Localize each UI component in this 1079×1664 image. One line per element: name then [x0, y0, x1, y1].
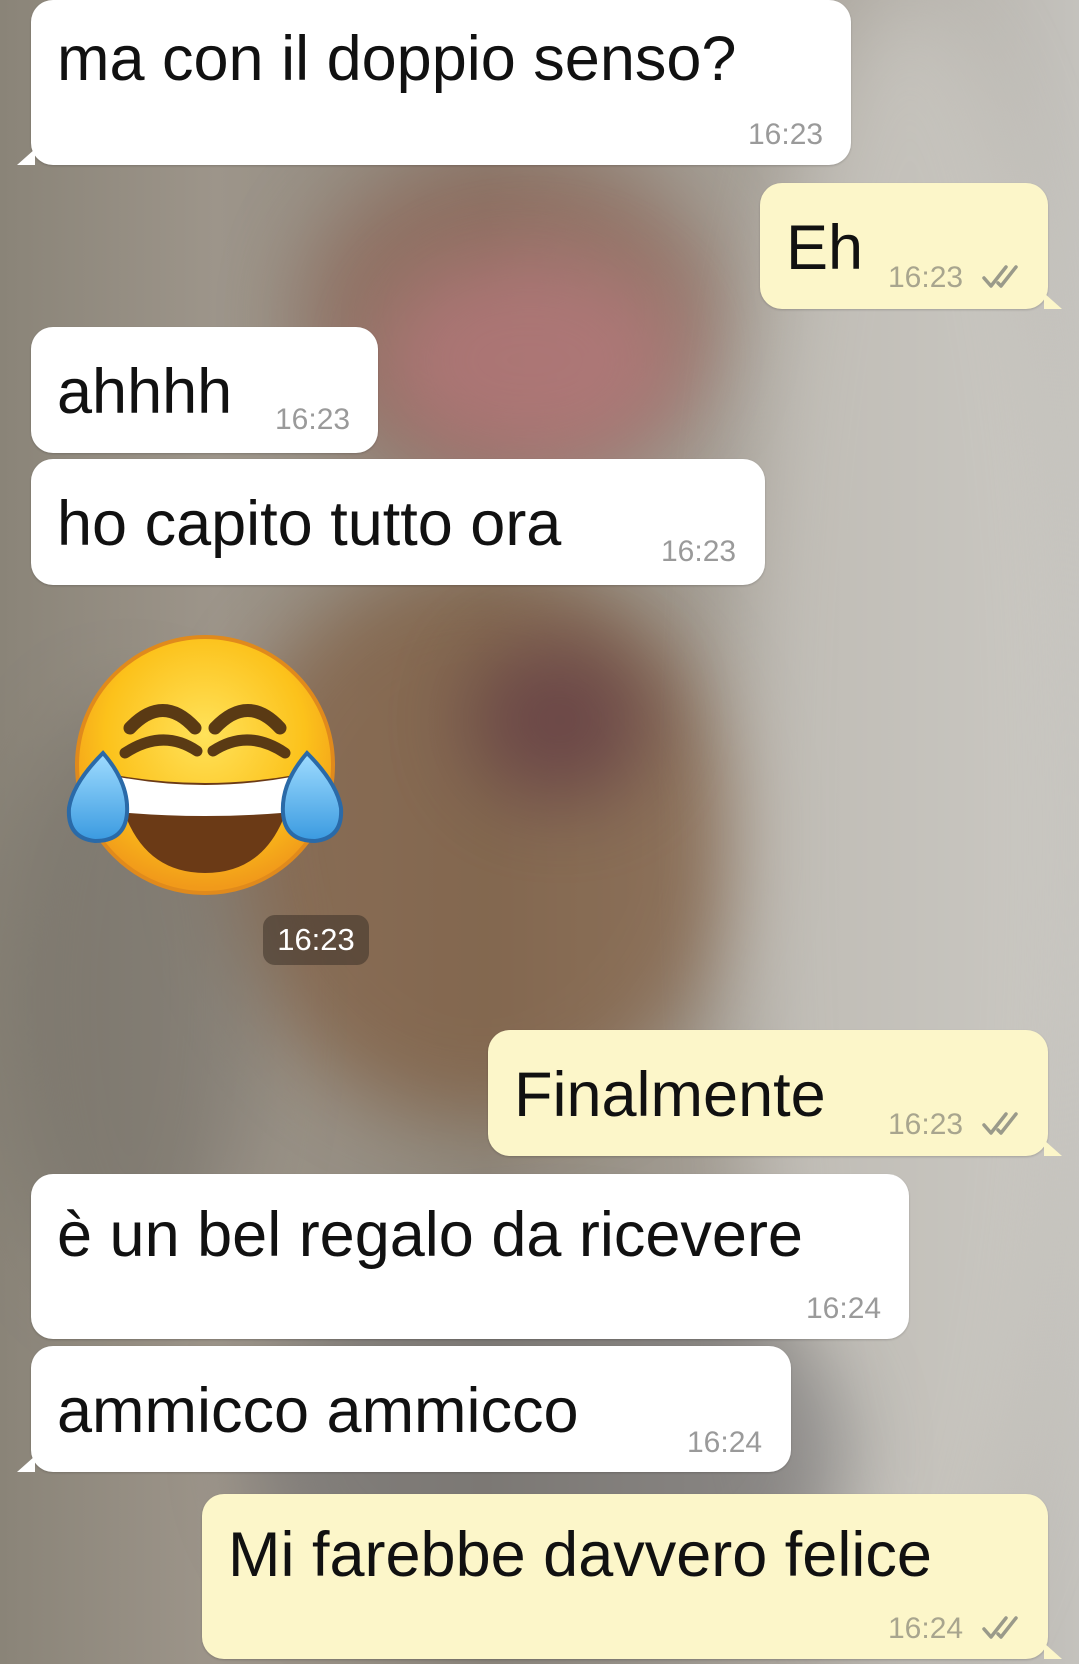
message-time: 16:23: [888, 261, 964, 294]
message-bubble-incoming[interactable]: ammicco ammicco 16:24: [17, 1346, 791, 1472]
message-bubble-incoming[interactable]: è un bel regalo da ricevere 16:24: [31, 1174, 909, 1339]
emoji-message-time: 16:23: [263, 915, 369, 965]
message-text: ahhhh: [57, 357, 233, 427]
face-with-tears-of-joy-icon: [66, 635, 344, 895]
message-time: 16:23: [888, 1108, 964, 1141]
message-time: 16:24: [687, 1426, 763, 1459]
message-text: Mi farebbe davvero felice: [228, 1520, 932, 1590]
read-ticks-icon: [982, 265, 1018, 288]
message-text: ammicco ammicco: [57, 1376, 579, 1446]
message-bubble-incoming[interactable]: ma con il doppio senso? 16:23: [17, 0, 851, 165]
message-text: ma con il doppio senso?: [57, 24, 737, 94]
message-bubble-incoming[interactable]: ahhhh 16:23: [31, 327, 378, 453]
message-text: ho capito tutto ora: [57, 489, 562, 559]
message-bubble-incoming[interactable]: ho capito tutto ora 16:23: [31, 459, 765, 585]
message-bubble-outgoing[interactable]: Finalmente 16:23: [488, 1030, 1062, 1156]
message-bubble-outgoing[interactable]: Eh 16:23: [760, 183, 1062, 309]
message-text: è un bel regalo da ricevere: [57, 1200, 803, 1270]
message-time: 16:23: [748, 118, 824, 151]
message-text: Finalmente: [514, 1060, 826, 1130]
message-text: Eh: [786, 213, 864, 283]
message-time: 16:24: [806, 1292, 882, 1325]
message-time: 16:24: [888, 1612, 964, 1645]
message-bubble-outgoing[interactable]: Mi farebbe davvero felice 16:24: [202, 1494, 1062, 1659]
message-time: 16:23: [661, 535, 737, 568]
read-ticks-icon: [982, 1112, 1018, 1135]
read-ticks-icon: [982, 1616, 1018, 1639]
message-time: 16:23: [275, 403, 351, 436]
emoji-message[interactable]: [55, 633, 355, 913]
